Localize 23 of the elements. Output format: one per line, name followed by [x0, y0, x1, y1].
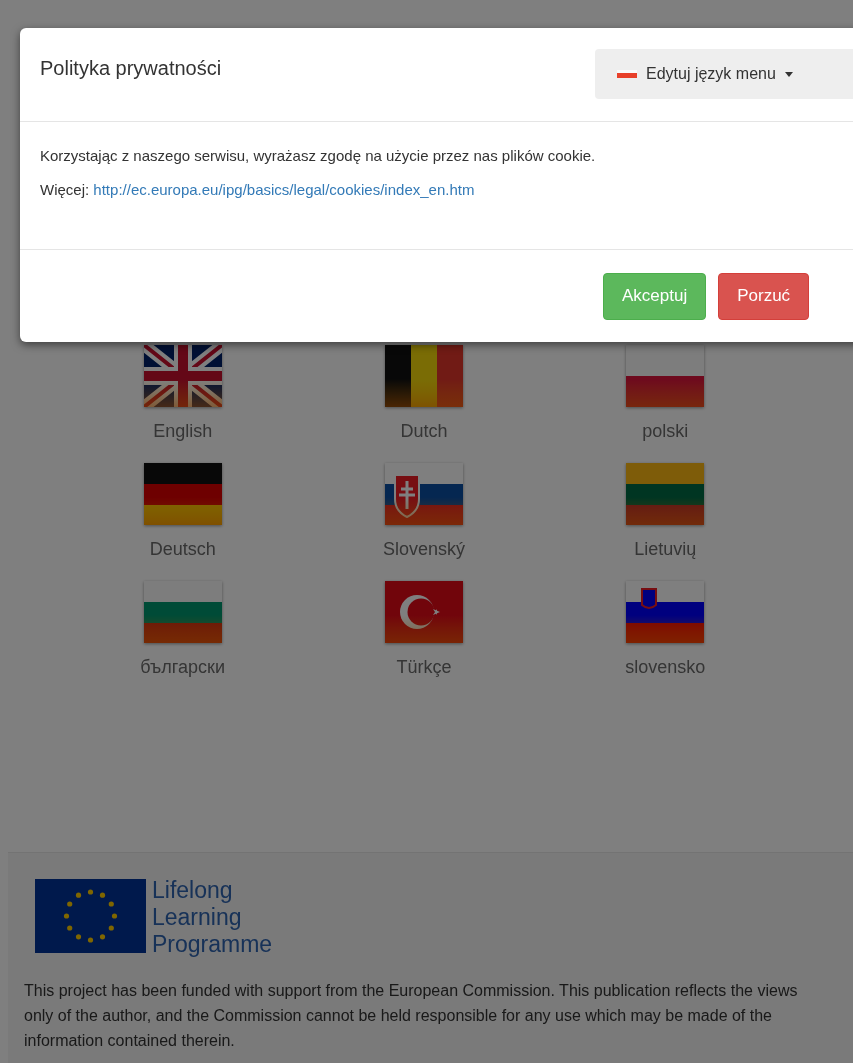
language-link[interactable]: English [153, 421, 213, 441]
language-link[interactable]: български [140, 657, 225, 677]
language-link[interactable]: slovensko [625, 657, 706, 677]
language-link[interactable]: polski [642, 421, 689, 441]
dismiss-button[interactable]: Porzuć [718, 272, 810, 320]
cookie-message: Korzystając z naszego serwisu, wyrażasz zgodę na użycie przez nas plików cookie. [40, 146, 597, 166]
caret-icon [784, 71, 793, 77]
language-link[interactable]: Dutch [400, 421, 448, 441]
language-link[interactable]: Slovenský [382, 539, 465, 559]
disclaimer-text: This project has been funded with support from the European Commission. This publication reflects the views only of the author, and the Commission cannot be held responsible for any use which may be made of the information contained therein. [24, 981, 799, 1051]
cookie-policy-link[interactable]: http://ec.europa.eu/ipg/basics/legal/cookies/index_en.htm [93, 181, 475, 198]
flag-icon [617, 70, 637, 78]
language-menu-label: Edytuj język menu [646, 65, 776, 83]
programme-name: Programme [152, 931, 273, 958]
language-link[interactable]: Türkçe [396, 657, 452, 677]
language-link[interactable]: Deutsch [149, 539, 216, 559]
language-link[interactable]: Lietuvių [634, 539, 697, 559]
programme-name: Learning [152, 904, 243, 931]
accept-button[interactable]: Akceptuj [603, 272, 707, 320]
programme-name: Lifelong [152, 877, 234, 904]
more-label: Więcej: [40, 181, 90, 198]
dialog-title: Polityka prywatności [40, 56, 222, 80]
language-menu-button[interactable]: Edytuj język menu [595, 49, 853, 99]
